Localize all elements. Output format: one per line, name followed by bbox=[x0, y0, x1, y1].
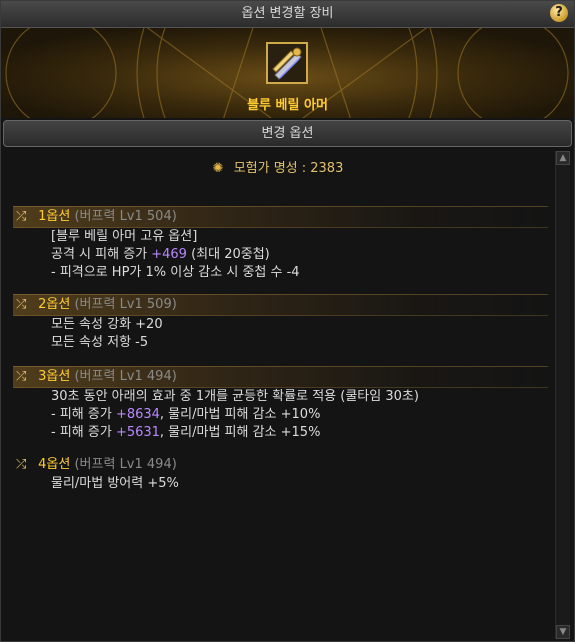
option-line: - 피해 증가 +8634, 물리/마법 피해 감소 +10% bbox=[51, 407, 321, 422]
option-list: ✺ 모험가 명성 : 2383 ⤮ 1옵션 (버프력 Lv1 504) [블루 … bbox=[3, 149, 553, 639]
option-description: 30초 동안 아래의 효과 중 1개를 균등한 확률로 적용 (쿨타임 30초)… bbox=[13, 388, 548, 442]
option-value-highlight: +8634 bbox=[115, 407, 160, 422]
option-value-highlight: +5631 bbox=[115, 425, 160, 440]
adventurer-fame-icon: ✺ bbox=[212, 161, 224, 176]
option-header: ⤮ 3옵션 (버프력 Lv1 494) bbox=[13, 366, 548, 388]
option-value-highlight: +469 bbox=[151, 247, 187, 262]
option-description: [블루 베릴 아머 고유 옵션] 공격 시 피해 증가 +469 (최대 20중… bbox=[13, 228, 548, 282]
option-description: 모든 속성 강화 +20 모든 속성 저항 -5 bbox=[13, 316, 548, 352]
shuffle-icon: ⤮ bbox=[16, 457, 27, 472]
option-line: 모든 속성 저항 -5 bbox=[51, 335, 149, 350]
window-title-bar: 옵션 변경할 장비 ? bbox=[1, 1, 574, 28]
window-title: 옵션 변경할 장비 bbox=[241, 6, 334, 21]
shuffle-icon: ⤮ bbox=[16, 209, 27, 224]
section-title-bar: 변경 옵션 bbox=[3, 120, 572, 147]
option-header: ⤮ 2옵션 (버프력 Lv1 509) bbox=[13, 294, 548, 316]
adventurer-fame-label: 모험가 명성 : 2383 bbox=[233, 161, 344, 176]
equipment-panel: 블루 베릴 아머 bbox=[1, 28, 574, 118]
option-1: ⤮ 1옵션 (버프력 Lv1 504) [블루 베릴 아머 고유 옵션] 공격 … bbox=[13, 206, 548, 282]
option-line: 모든 속성 강화 +20 bbox=[51, 317, 163, 332]
armor-item-icon[interactable] bbox=[266, 42, 308, 84]
option-3: ⤮ 3옵션 (버프력 Lv1 494) 30초 동안 아래의 효과 중 1개를 … bbox=[13, 366, 548, 442]
option-buff-level: (버프력 Lv1 504) bbox=[74, 209, 177, 224]
option-name: 1옵션 bbox=[38, 209, 71, 224]
scroll-down-button[interactable]: ▼ bbox=[556, 625, 570, 639]
section-title: 변경 옵션 bbox=[261, 126, 314, 141]
adventurer-fame: ✺ 모험가 명성 : 2383 bbox=[3, 157, 553, 176]
option-line: - 피해 증가 +5631, 물리/마법 피해 감소 +15% bbox=[51, 425, 321, 440]
option-line: 공격 시 피해 증가 +469 (최대 20중첩) bbox=[51, 247, 270, 262]
armor-icon bbox=[268, 44, 306, 82]
option-change-window: 옵션 변경할 장비 ? 블루 베릴 아머 변경 옵션 ✺ 모험가 명성: 23… bbox=[0, 0, 575, 642]
scrollbar[interactable]: ▲ ▼ bbox=[555, 151, 570, 639]
option-line: 30초 동안 아래의 효과 중 1개를 균등한 확률로 적용 (쿨타임 30초) bbox=[51, 389, 419, 404]
option-line: 물리/마법 방어력 +5% bbox=[51, 476, 179, 491]
shuffle-icon: ⤮ bbox=[16, 297, 27, 312]
help-button[interactable]: ? bbox=[550, 4, 568, 22]
option-header: ⤮ 1옵션 (버프력 Lv1 504) bbox=[13, 206, 548, 228]
option-4: ⤮ 4옵션 (버프력 Lv1 494) 물리/마법 방어력 +5% bbox=[13, 455, 548, 493]
equipment-name: 블루 베릴 아머 bbox=[247, 98, 328, 113]
option-buff-level: (버프력 Lv1 494) bbox=[74, 369, 177, 384]
option-line: [블루 베릴 아머 고유 옵션] bbox=[51, 229, 198, 244]
option-header: ⤮ 4옵션 (버프력 Lv1 494) bbox=[13, 455, 548, 475]
option-line: - 피격으로 HP가 1% 이상 감소 시 중첩 수 -4 bbox=[51, 265, 300, 280]
scroll-up-button[interactable]: ▲ bbox=[556, 151, 570, 165]
option-name: 4옵션 bbox=[38, 457, 71, 472]
option-description: 물리/마법 방어력 +5% bbox=[13, 475, 548, 493]
option-buff-level: (버프력 Lv1 494) bbox=[74, 457, 177, 472]
option-2: ⤮ 2옵션 (버프력 Lv1 509) 모든 속성 강화 +20 모든 속성 저… bbox=[13, 294, 548, 352]
shuffle-icon: ⤮ bbox=[16, 369, 27, 384]
option-name: 3옵션 bbox=[38, 369, 71, 384]
option-buff-level: (버프력 Lv1 509) bbox=[74, 297, 177, 312]
option-name: 2옵션 bbox=[38, 297, 71, 312]
